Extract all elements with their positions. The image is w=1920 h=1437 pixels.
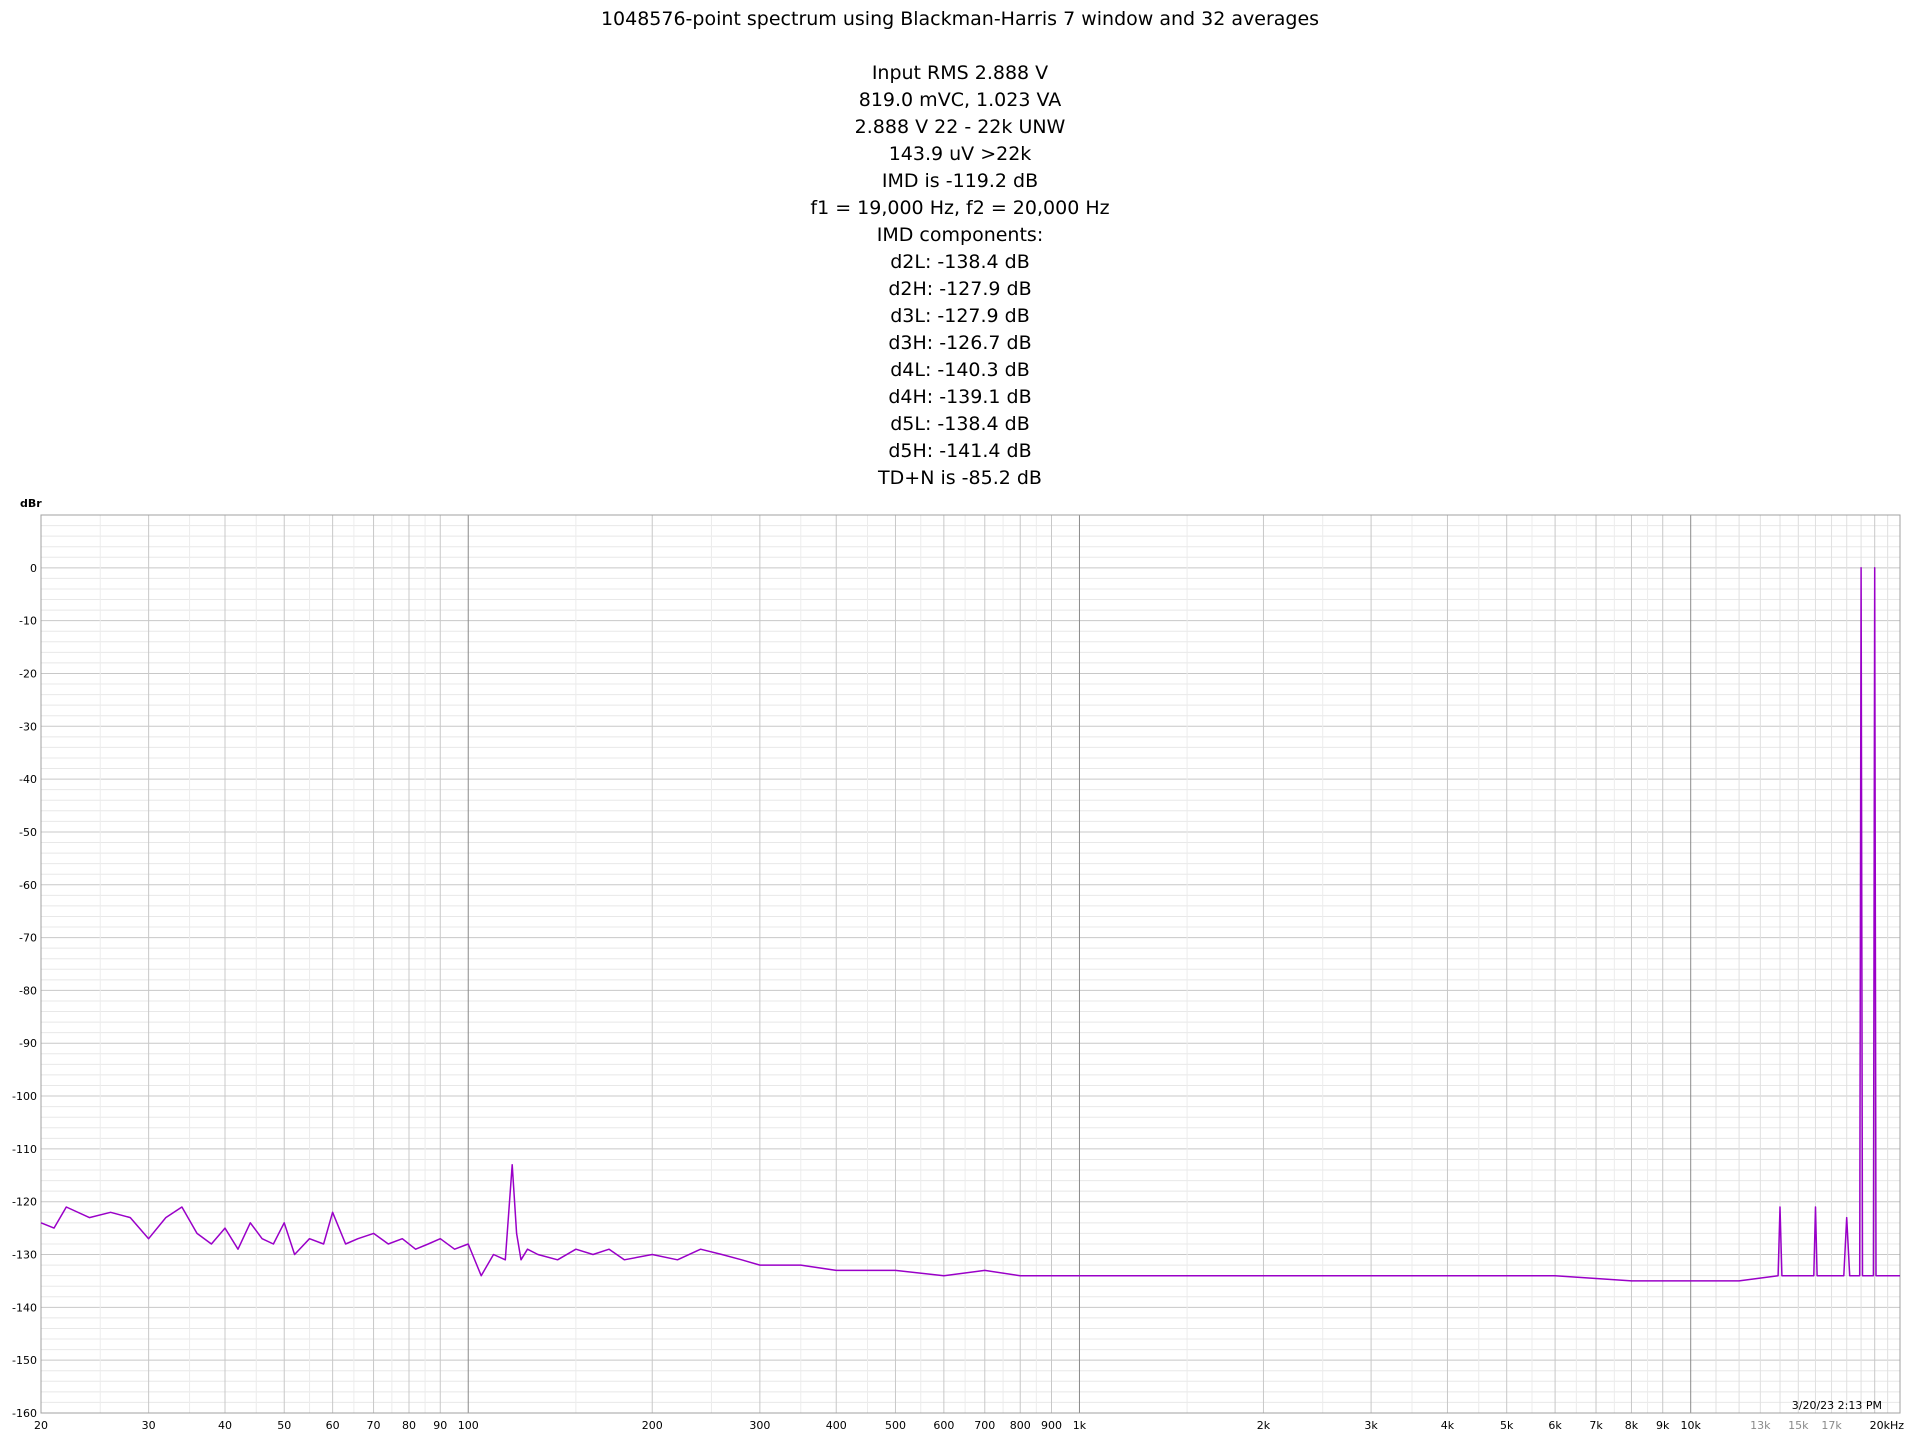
x-tick-label: 17k <box>1821 1419 1842 1432</box>
y-axis-label: dBr <box>20 497 42 510</box>
y-tick-label: -120 <box>12 1196 37 1209</box>
x-tick-label: 5k <box>1500 1419 1514 1432</box>
y-tick-label: -20 <box>19 667 37 680</box>
x-tick-label: 10k <box>1681 1419 1702 1432</box>
x-axis: 20 30 40 50 60 70 80 90 100 200 300 400 500 600 700 800… <box>34 1419 1904 1432</box>
plot-frame <box>40 514 1901 1414</box>
x-tick-label: 6k <box>1548 1419 1562 1432</box>
y-tick-label: -70 <box>19 932 37 945</box>
spectrum-chart: 0 -10 -20 -30 -40 -50 -60 -70 -80 -90 -100 -110 -120… <box>12 497 1904 1432</box>
x-tick-label: 900 <box>1041 1419 1062 1432</box>
x-tick-label: 500 <box>885 1419 906 1432</box>
timestamp: 3/20/23 2:13 PM <box>1792 1399 1882 1412</box>
x-tick-label: 90 <box>433 1419 447 1432</box>
y-tick-label: -40 <box>19 773 37 786</box>
y-tick-label: -100 <box>12 1090 37 1103</box>
x-tick-label: 400 <box>826 1419 847 1432</box>
x-tick-label: 80 <box>402 1419 416 1432</box>
x-tick-label: 300 <box>749 1419 770 1432</box>
y-tick-label: -10 <box>19 615 37 628</box>
y-axis: 0 -10 -20 -30 -40 -50 -60 -70 -80 -90 -100 -110 -120… <box>12 562 37 1420</box>
x-tick-label: 100 <box>458 1419 479 1432</box>
grid <box>40 514 1901 1414</box>
x-tick-label: 20kHz <box>1870 1419 1905 1432</box>
y-tick-label: -50 <box>19 826 37 839</box>
x-tick-label: 15k <box>1788 1419 1809 1432</box>
x-tick-label: 13k <box>1750 1419 1771 1432</box>
x-tick-label: 200 <box>642 1419 663 1432</box>
spectrum-line <box>40 567 1900 1282</box>
x-tick-label: 1k <box>1073 1419 1087 1432</box>
x-tick-label: 7k <box>1589 1419 1603 1432</box>
x-tick-label: 70 <box>367 1419 381 1432</box>
y-tick-label: -30 <box>19 720 37 733</box>
x-tick-label: 8k <box>1625 1419 1639 1432</box>
x-tick-label: 2k <box>1257 1419 1271 1432</box>
y-tick-label: -80 <box>19 984 37 997</box>
x-tick-label: 20 <box>34 1419 48 1432</box>
x-tick-label: 30 <box>142 1419 156 1432</box>
y-tick-label: -140 <box>12 1301 37 1314</box>
x-tick-label: 600 <box>933 1419 954 1432</box>
x-tick-label: 3k <box>1364 1419 1378 1432</box>
y-tick-label: 0 <box>30 562 37 575</box>
y-tick-label: -90 <box>19 1037 37 1050</box>
x-tick-label: 50 <box>277 1419 291 1432</box>
y-tick-label: -150 <box>12 1354 37 1367</box>
x-tick-label: 700 <box>974 1419 995 1432</box>
y-tick-label: -130 <box>12 1249 37 1262</box>
x-tick-label: 60 <box>326 1419 340 1432</box>
x-tick-label: 4k <box>1441 1419 1455 1432</box>
x-tick-label: 9k <box>1656 1419 1670 1432</box>
y-tick-label: -60 <box>19 879 37 892</box>
x-tick-label: 40 <box>218 1419 232 1432</box>
x-tick-label: 800 <box>1010 1419 1031 1432</box>
y-tick-label: -110 <box>12 1143 37 1156</box>
